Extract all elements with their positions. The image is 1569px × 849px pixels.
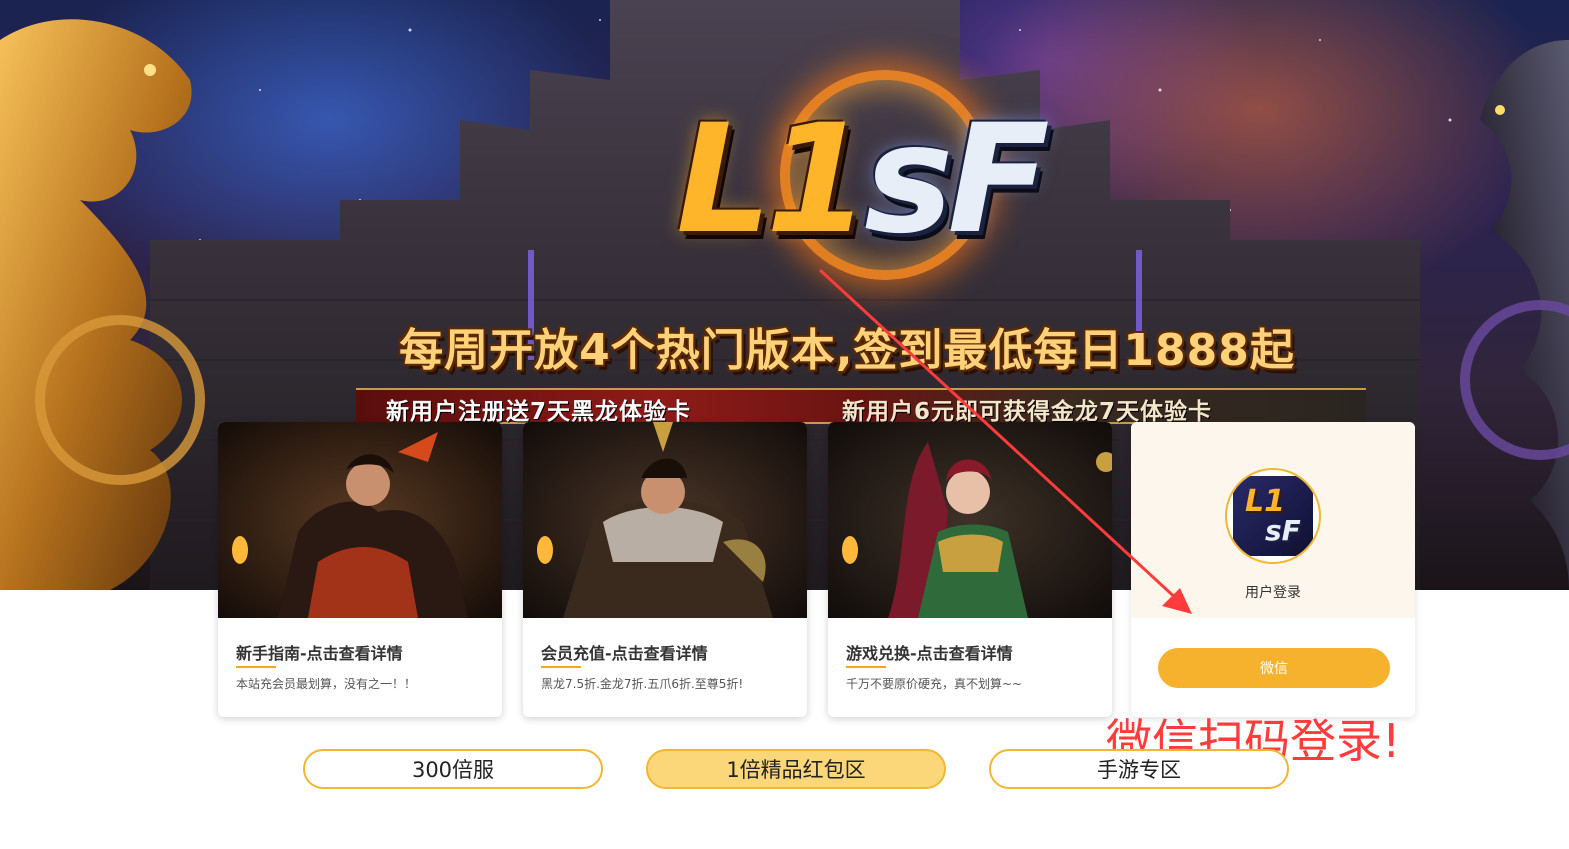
avatar-logo-text-bottom: sF [1265,514,1301,547]
card-description: 黑龙7.5折.金龙7折.五爪6折.至尊5折! [541,677,744,691]
promo-banner: 新用户注册送7天黑龙体验卡 新用户6元即可获得金龙7天体验卡 [356,388,1366,425]
golden-dragon-illustration [0,19,205,590]
card-title: 会员充值-点击查看详情 [541,644,708,663]
card-image-warrior [218,422,502,618]
card-beginner-guide[interactable]: 新手指南-点击查看详情 本站充会员最划算，没有之一！！ [218,422,502,717]
card-underline [236,666,276,668]
card-description: 千万不要原价硬充，真不划算~~ [846,677,1023,691]
login-label: 用户登录 [1245,585,1301,601]
card-underline [541,666,581,668]
hero-headline: 每周开放4个热门版本,签到最低每日1888起 [399,325,1295,376]
site-logo: L1sF [600,80,1120,280]
card-underline [846,666,886,668]
card-title: 游戏兑换-点击查看详情 [846,644,1013,663]
card-game-exchange[interactable]: 游戏兑换-点击查看详情 千万不要原价硬充，真不划算~~ [828,422,1112,717]
login-header: L1 sF 用户登录 [1131,422,1415,618]
login-panel: L1 sF 用户登录 微信 [1131,422,1415,717]
wechat-login-button[interactable]: 微信 [1158,648,1390,688]
card-image-general [523,422,807,618]
app-logo-avatar: L1 sF [1225,468,1321,564]
promo-text-gold-dragon: 新用户6元即可获得金龙7天体验卡 [842,399,1213,425]
card-image-heroine [828,422,1112,618]
logo-text-left: L1 [676,93,870,267]
tab-300x-server[interactable]: 300倍服 [303,749,603,789]
card-membership-recharge[interactable]: 会员充值-点击查看详情 黑龙7.5折.金龙7折.五爪6折.至尊5折! [523,422,807,717]
tab-red-packet-zone[interactable]: 1倍精品红包区 [646,749,946,789]
tab-mobile-games[interactable]: 手游专区 [989,749,1289,789]
page: L1sF 每周开放4个热门版本,签到最低每日1888起 新用户注册送7天黑龙体验… [0,0,1569,849]
card-title: 新手指南-点击查看详情 [236,644,403,663]
card-description: 本站充会员最划算，没有之一！！ [236,677,417,691]
logo-text-right: sF [864,93,1050,267]
promo-text-black-dragon: 新用户注册送7天黑龙体验卡 [386,399,692,425]
